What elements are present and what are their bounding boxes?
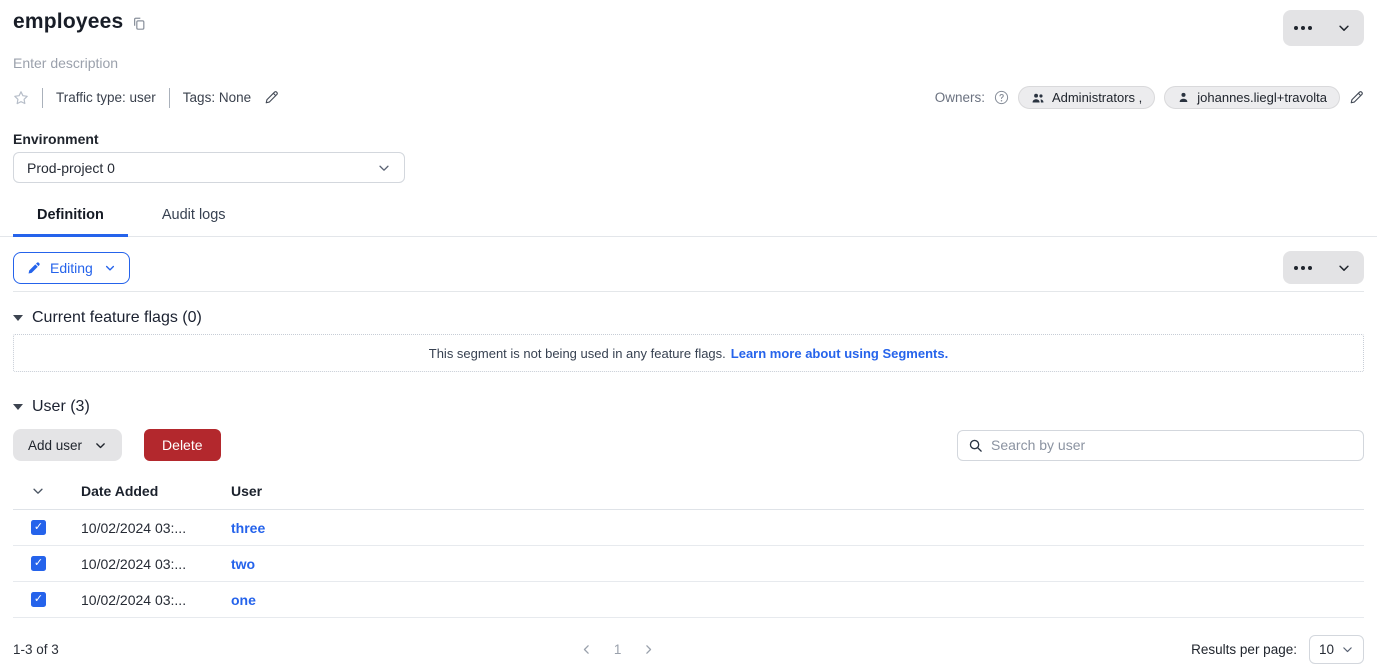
page-title: employees (13, 10, 123, 34)
divider (13, 291, 1364, 292)
group-icon (1031, 91, 1045, 105)
traffic-type-label: Traffic type: user (56, 90, 156, 105)
row-checkbox[interactable]: ✓ (31, 592, 46, 607)
chevron-down-icon (1337, 261, 1351, 275)
divider (169, 88, 170, 108)
meta-row: Traffic type: user Tags: None Owners: (0, 86, 1377, 109)
header: employees (0, 0, 1377, 46)
column-header-date-added: Date Added (81, 483, 231, 499)
search-icon (968, 438, 983, 453)
row-date: 10/02/2024 03:... (81, 520, 231, 536)
edit-tags-icon[interactable] (264, 90, 279, 105)
description-field[interactable]: Enter description (0, 55, 1377, 71)
editing-button[interactable]: Editing (13, 252, 130, 284)
person-icon (1177, 91, 1190, 104)
add-user-label: Add user (28, 438, 82, 453)
user-search-box (957, 430, 1364, 461)
table-row: ✓ 10/02/2024 03:... three (13, 510, 1364, 546)
chevron-down-icon (104, 262, 116, 274)
owner-chip-user[interactable]: johannes.liegl+travolta (1164, 86, 1340, 109)
results-per-page-select[interactable]: 10 (1309, 635, 1364, 664)
table-footer: 1-3 of 3 1 Results per page: 10 (13, 635, 1364, 664)
feature-flags-empty-state: This segment is not being used in any fe… (13, 334, 1364, 372)
segment-page: employees Enter description (0, 0, 1377, 664)
owner-chip-administrators[interactable]: Administrators , (1018, 86, 1155, 109)
header-more-group (1283, 10, 1364, 46)
divider (42, 88, 43, 108)
user-table: Date Added User ✓ 10/02/2024 03:... thre… (13, 473, 1364, 618)
definition-more-group (1283, 251, 1364, 284)
user-toolbar: Add user Delete (13, 429, 1364, 461)
environment-selected-value: Prod-project 0 (27, 160, 115, 176)
tab-definition[interactable]: Definition (13, 196, 128, 236)
column-header-user: User (231, 483, 1364, 499)
owner-chip-label: johannes.liegl+travolta (1197, 90, 1327, 105)
user-search-input[interactable] (991, 437, 1353, 453)
environment-select[interactable]: Prod-project 0 (13, 152, 405, 183)
user-link[interactable]: three (231, 520, 265, 536)
owner-chip-label: Administrators , (1052, 90, 1142, 105)
feature-flags-section-title: Current feature flags (0) (32, 309, 202, 327)
add-user-button[interactable]: Add user (13, 429, 122, 461)
more-options-button[interactable] (1283, 10, 1324, 46)
feature-flags-section-header[interactable]: Current feature flags (0) (13, 309, 1364, 327)
pencil-icon (27, 261, 41, 275)
owners-label: Owners: (935, 90, 985, 105)
definition-more-options-button[interactable] (1283, 251, 1324, 284)
results-per-page-label: Results per page: (1191, 642, 1297, 657)
collapse-triangle-icon (13, 404, 23, 410)
tab-bar: Definition Audit logs (0, 196, 1377, 237)
empty-state-message: This segment is not being used in any fe… (429, 346, 726, 361)
chevron-down-icon (1337, 21, 1351, 35)
table-row: ✓ 10/02/2024 03:... two (13, 546, 1364, 582)
chevron-down-icon (377, 161, 391, 175)
user-link[interactable]: two (231, 556, 255, 572)
editing-button-label: Editing (50, 260, 93, 276)
copy-icon[interactable] (132, 16, 146, 31)
chevron-down-icon (94, 439, 107, 452)
select-all-chevron-icon[interactable] (31, 484, 45, 498)
page-number[interactable]: 1 (614, 642, 622, 657)
tab-audit-logs[interactable]: Audit logs (138, 196, 250, 236)
learn-more-link[interactable]: Learn more about using Segments. (731, 346, 948, 361)
row-date: 10/02/2024 03:... (81, 556, 231, 572)
row-checkbox[interactable]: ✓ (31, 520, 46, 535)
collapse-triangle-icon (13, 315, 23, 321)
environment-label: Environment (0, 131, 1377, 147)
row-checkbox[interactable]: ✓ (31, 556, 46, 571)
more-options-icon (1294, 26, 1312, 30)
pagination: 1 (580, 642, 656, 657)
editing-row: Editing (0, 251, 1377, 284)
delete-button[interactable]: Delete (144, 429, 220, 461)
more-options-icon (1294, 266, 1312, 270)
edit-owners-icon[interactable] (1349, 90, 1364, 105)
table-row: ✓ 10/02/2024 03:... one (13, 582, 1364, 618)
next-page-icon[interactable] (642, 643, 655, 656)
table-header-row: Date Added User (13, 473, 1364, 510)
tags-label: Tags: None (183, 90, 251, 105)
user-section-header[interactable]: User (3) (13, 398, 1364, 416)
chevron-down-icon (1341, 643, 1354, 656)
header-expand-button[interactable] (1324, 10, 1365, 46)
owners-help-icon[interactable] (994, 90, 1009, 105)
user-link[interactable]: one (231, 592, 256, 608)
definition-expand-button[interactable] (1324, 251, 1365, 284)
user-section-title: User (3) (32, 398, 90, 416)
results-range-text: 1-3 of 3 (13, 642, 580, 657)
results-per-page-value: 10 (1319, 642, 1334, 657)
previous-page-icon[interactable] (580, 643, 593, 656)
row-date: 10/02/2024 03:... (81, 592, 231, 608)
favorite-star-icon[interactable] (13, 90, 29, 106)
